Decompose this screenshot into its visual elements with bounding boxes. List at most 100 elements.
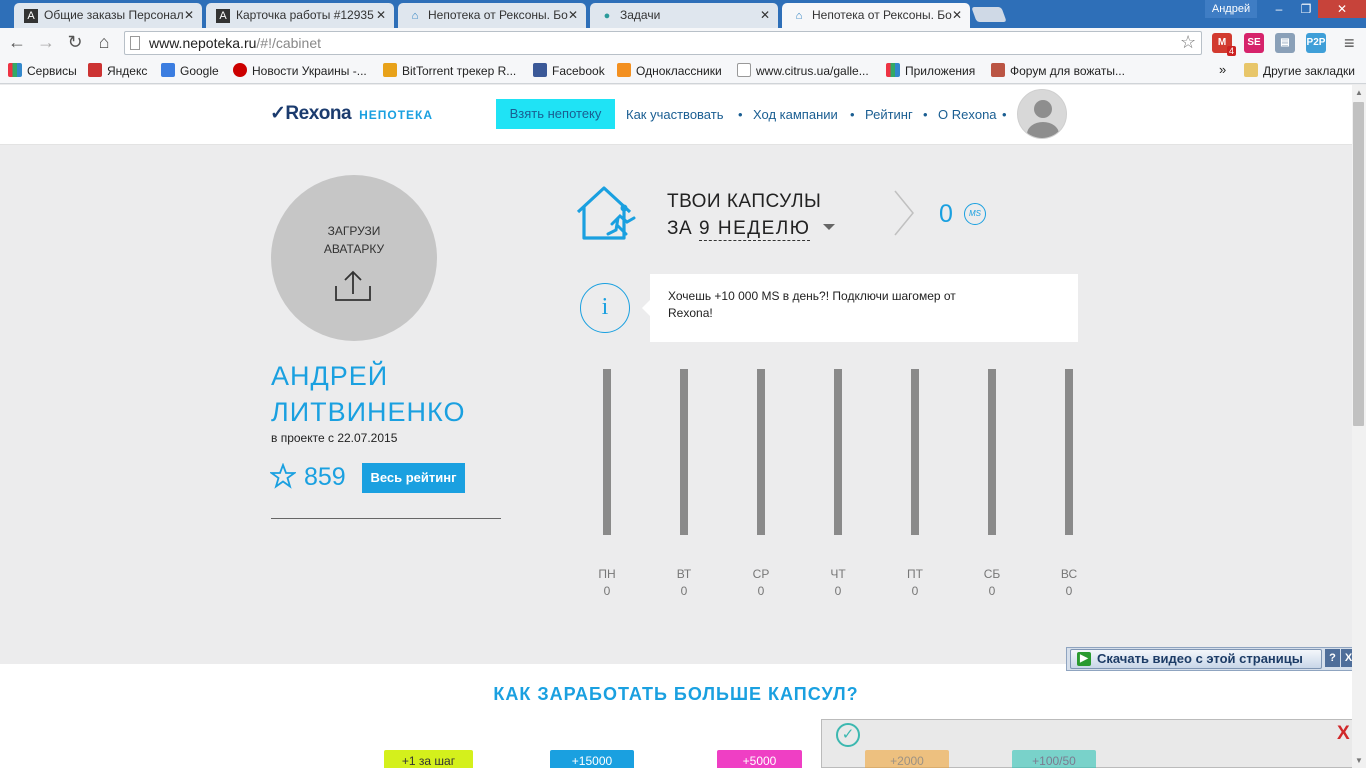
day-value: 0 <box>603 584 611 598</box>
day-label: ПТ <box>907 567 923 581</box>
full-rating-button[interactable]: Весь рейтинг <box>362 463 465 493</box>
bookmark-label: BitTorrent трекер R... <box>402 64 517 78</box>
day-bar-track <box>1065 369 1073 535</box>
day-label: ЧТ <box>830 567 846 581</box>
p2p-extension-icon[interactable]: P2P <box>1306 33 1326 53</box>
bookmark-label: Форум для вожаты... <box>1010 64 1125 78</box>
bookmark-label: Другие закладки <box>1263 64 1355 78</box>
avatar-upload-label: ЗАГРУЗИ АВАТАРКУ <box>323 224 385 256</box>
bookmark-label: Одноклассники <box>636 64 722 78</box>
tab-favicon: ● <box>603 10 611 22</box>
page-icon <box>130 36 140 50</box>
site-logo[interactable]: ✓Rexona НЕПОТЕКА <box>270 102 433 125</box>
new-tab-button[interactable] <box>971 7 1007 22</box>
tab-favicon: A <box>24 9 38 23</box>
day-bar-track <box>757 369 765 535</box>
earn-chip-15000: +15000 <box>550 750 634 768</box>
mail-badge: 4 <box>1227 46 1237 56</box>
scroll-up-icon[interactable]: ▲ <box>1355 88 1363 97</box>
bookmark-facebook[interactable]: Facebook <box>533 63 605 78</box>
notification-close-icon[interactable]: X <box>1337 723 1350 745</box>
tab-close-icon[interactable]: ✕ <box>568 8 578 22</box>
bookmark-yandex[interactable]: Яндекс <box>88 63 147 78</box>
url-text[interactable]: www.nepoteka.ru/#!/cabinet <box>149 35 321 51</box>
bookmark-services[interactable]: Сервисы <box>8 63 77 78</box>
day-label: ВТ <box>676 567 692 581</box>
nav-separator: • <box>738 107 743 122</box>
week-selector[interactable]: 9 НЕДЕЛЮ <box>699 218 811 241</box>
bookmark-forum[interactable]: Форум для вожаты... <box>991 63 1125 78</box>
take-nepoteka-button[interactable]: Взять непотеку <box>496 99 615 129</box>
other-bookmarks-folder[interactable]: Другие закладки <box>1244 63 1355 78</box>
bookmark-news[interactable]: Новости Украины -... <box>233 63 367 78</box>
tip-pointer <box>642 300 650 316</box>
profile-divider <box>271 518 501 519</box>
nav-campaign-progress[interactable]: Ход кампании <box>753 107 838 122</box>
tab-1[interactable]: A Общие заказы Персонал ✕ <box>14 3 202 28</box>
day-label: ПН <box>598 567 616 581</box>
tab-favicon: A <box>216 9 230 23</box>
user-last-name: ЛИТВИНЕНКО <box>271 397 466 427</box>
rating-value: 859 <box>304 463 346 491</box>
nav-about-rexona[interactable]: О Rexona <box>938 107 997 122</box>
bookmark-odnoklassniki[interactable]: Одноклассники <box>617 63 722 78</box>
nav-separator: • <box>850 107 855 122</box>
minimize-icon[interactable]: – <box>1264 0 1294 18</box>
play-icon: ▶ <box>1077 652 1091 666</box>
tab-favicon: ⌂ <box>411 10 419 22</box>
bookmarks-overflow-button[interactable]: » <box>1219 62 1226 77</box>
tab-close-icon[interactable]: ✕ <box>376 8 386 22</box>
help-icon[interactable]: ? <box>1325 649 1340 667</box>
tab-label: Непотека от Рексоны. Бо <box>812 8 952 22</box>
bookmark-star-icon[interactable]: ☆ <box>1180 32 1196 53</box>
bookmark-bittorrent[interactable]: BitTorrent трекер R... <box>383 63 516 78</box>
rating-star-icon <box>270 463 296 489</box>
avatar-upload[interactable] <box>271 175 437 341</box>
window-close-icon[interactable]: ✕ <box>1318 0 1366 18</box>
user-avatar[interactable] <box>1017 89 1067 139</box>
tab-close-icon[interactable]: ✕ <box>760 8 770 22</box>
nav-separator: • <box>1002 107 1007 122</box>
tab-4[interactable]: ● Задачи ✕ <box>590 3 778 28</box>
bookmark-google[interactable]: Google <box>161 63 219 78</box>
download-video-label: Скачать видео с этой страницы <box>1097 651 1303 666</box>
day-label: СБ <box>983 567 1001 581</box>
tab-5-active[interactable]: ⌂ Непотека от Рексоны. Бо ✕ <box>782 3 970 28</box>
nav-rating[interactable]: Рейтинг <box>865 107 913 122</box>
tab-2[interactable]: A Карточка работы #12935 ✕ <box>206 3 394 28</box>
back-icon[interactable]: ← <box>7 32 27 53</box>
day-value: 0 <box>988 584 996 598</box>
scroll-down-icon[interactable]: ▼ <box>1355 756 1363 765</box>
bookmark-label: Приложения <box>905 64 976 78</box>
nav-how-to-participate[interactable]: Как участвовать <box>626 107 723 122</box>
extension-se-icon[interactable]: SE <box>1244 33 1264 53</box>
chevron-down-icon[interactable] <box>823 224 835 230</box>
chevron-right-divider-icon <box>894 190 914 236</box>
day-label: СР <box>752 567 770 581</box>
tab-close-icon[interactable]: ✕ <box>184 8 194 22</box>
bookmark-citrus[interactable]: www.citrus.ua/galle... <box>737 63 869 78</box>
tab-close-icon[interactable]: ✕ <box>952 8 962 22</box>
scrollbar-thumb[interactable] <box>1353 102 1364 426</box>
earn-chip-2000: +2000 <box>865 750 949 768</box>
url-host: www.nepoteka.ru <box>149 35 257 51</box>
logo-brand: Rexona <box>285 103 352 124</box>
ms-unit-icon: MS <box>964 203 986 225</box>
tab-3[interactable]: ⌂ Непотека от Рексоны. Бо ✕ <box>398 3 586 28</box>
day-value: 0 <box>834 584 842 598</box>
logo-check-icon: ✓ <box>270 103 286 124</box>
extension-icon[interactable]: ▤ <box>1275 33 1295 53</box>
menu-icon[interactable]: ≡ <box>1344 33 1355 54</box>
forward-icon[interactable]: → <box>36 32 56 53</box>
bookmark-label: Facebook <box>552 64 605 78</box>
day-bar-track <box>603 369 611 535</box>
profile-name[interactable]: Андрей <box>1205 0 1257 18</box>
reload-icon[interactable]: ↻ <box>65 32 85 53</box>
bookmark-apps[interactable]: Приложения <box>886 63 975 78</box>
home-icon[interactable]: ⌂ <box>94 32 114 53</box>
restore-icon[interactable]: ❐ <box>1294 0 1318 18</box>
download-video-button[interactable]: ▶ Скачать видео с этой страницы <box>1070 649 1322 669</box>
tab-label: Непотека от Рексоны. Бо <box>428 8 568 22</box>
tab-favicon: ⌂ <box>795 10 803 22</box>
day-bar-track <box>988 369 996 535</box>
